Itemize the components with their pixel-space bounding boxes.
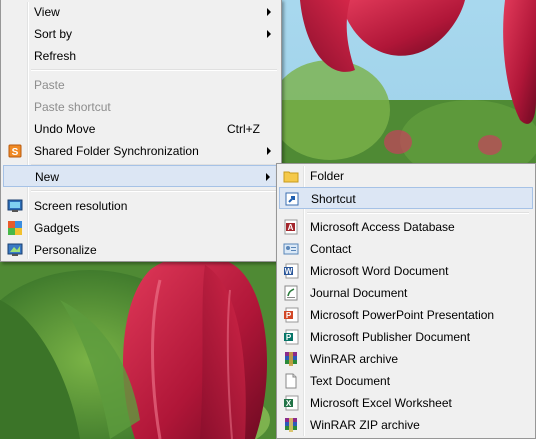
menu-item-label: Personalize <box>34 243 97 257</box>
menu-separator <box>307 212 529 214</box>
svg-text:P: P <box>286 333 292 342</box>
word-document-icon: W <box>284 263 299 279</box>
powerpoint-icon: P <box>284 307 299 323</box>
submenu-arrow-icon <box>266 173 270 181</box>
submenu-item-contact[interactable]: Contact <box>279 238 533 260</box>
menu-item-screen-resolution[interactable]: Screen resolution <box>3 195 279 217</box>
publisher-icon: P <box>284 329 299 345</box>
menu-item-label: Text Document <box>310 374 391 388</box>
submenu-item-journal-document[interactable]: Journal Document <box>279 282 533 304</box>
menu-item-refresh[interactable]: Refresh <box>3 45 279 67</box>
menu-item-label: Refresh <box>34 49 77 63</box>
menu-item-gadgets[interactable]: Gadgets <box>3 217 279 239</box>
menu-item-label: Contact <box>310 242 352 256</box>
menu-item-paste[interactable]: Paste <box>3 74 279 96</box>
winrar-zip-icon <box>285 418 297 432</box>
menu-separator <box>31 69 277 71</box>
folder-icon <box>283 171 299 183</box>
menu-item-label: Shared Folder Synchronization <box>34 144 199 158</box>
svg-text:S: S <box>12 147 19 158</box>
svg-text:P: P <box>286 311 292 320</box>
gadgets-icon <box>8 221 22 235</box>
menu-item-label: Folder <box>310 169 345 183</box>
submenu-item-winrar-archive[interactable]: WinRAR archive <box>279 348 533 370</box>
menu-item-shared-folder-sync[interactable]: S Shared Folder Synchronization <box>3 140 279 162</box>
menu-item-label: Gadgets <box>34 221 80 235</box>
shared-folder-sync-icon: S <box>8 144 22 158</box>
menu-item-label: WinRAR archive <box>310 352 399 366</box>
shortcut-icon <box>285 192 299 206</box>
submenu-arrow-icon <box>267 147 271 155</box>
svg-text:A: A <box>288 223 294 232</box>
menu-separator <box>31 190 277 192</box>
menu-item-label: Undo Move <box>34 122 96 136</box>
menu-item-personalize[interactable]: Personalize <box>3 239 279 261</box>
menu-item-undo-move[interactable]: Undo Move Ctrl+Z <box>3 118 279 140</box>
submenu-item-winrar-zip[interactable]: WinRAR ZIP archive <box>279 414 533 436</box>
menu-item-label: Microsoft Access Database <box>310 220 455 234</box>
menu-item-label: Paste shortcut <box>34 100 111 114</box>
text-document-icon <box>285 373 297 389</box>
menu-item-label: Microsoft Publisher Document <box>310 330 471 344</box>
excel-icon: X <box>284 395 299 411</box>
svg-text:X: X <box>286 399 292 408</box>
menu-item-label: Shortcut <box>311 192 356 206</box>
submenu-arrow-icon <box>267 30 271 38</box>
access-database-icon: A <box>284 219 298 235</box>
submenu-item-publisher[interactable]: P Microsoft Publisher Document <box>279 326 533 348</box>
menu-item-label: New <box>35 170 60 184</box>
menu-item-label: View <box>34 5 60 19</box>
menu-item-label: Paste <box>34 78 65 92</box>
personalize-icon <box>7 243 23 256</box>
menu-item-label: Microsoft Excel Worksheet <box>310 396 452 410</box>
submenu-item-access-database[interactable]: A Microsoft Access Database <box>279 216 533 238</box>
submenu-item-excel-worksheet[interactable]: X Microsoft Excel Worksheet <box>279 392 533 414</box>
menu-item-view[interactable]: View <box>3 1 279 23</box>
contact-icon <box>283 243 299 255</box>
submenu-item-folder[interactable]: Folder <box>279 165 533 187</box>
menu-item-label: Screen resolution <box>34 199 128 213</box>
menu-item-label: Sort by <box>34 27 73 41</box>
submenu-item-text-document[interactable]: Text Document <box>279 370 533 392</box>
menu-item-sort-by[interactable]: Sort by <box>3 23 279 45</box>
submenu-item-shortcut[interactable]: Shortcut <box>279 187 533 209</box>
submenu-item-powerpoint[interactable]: P Microsoft PowerPoint Presentation <box>279 304 533 326</box>
desktop-context-menu: View Sort by Refresh Paste Paste shortcu… <box>0 0 282 262</box>
menu-item-label: Journal Document <box>310 286 408 300</box>
winrar-archive-icon <box>285 352 297 366</box>
new-submenu: Folder Shortcut A Microsoft Access Datab… <box>276 163 536 439</box>
menu-item-label: Microsoft Word Document <box>310 264 449 278</box>
screen-resolution-icon <box>7 199 23 212</box>
menu-item-paste-shortcut[interactable]: Paste shortcut <box>3 96 279 118</box>
submenu-arrow-icon <box>267 8 271 16</box>
shortcut-hint: Ctrl+Z <box>227 122 260 136</box>
svg-text:W: W <box>285 267 293 276</box>
submenu-item-word-document[interactable]: W Microsoft Word Document <box>279 260 533 282</box>
journal-document-icon <box>284 285 298 301</box>
menu-item-new[interactable]: New <box>3 165 279 187</box>
menu-item-label: WinRAR ZIP archive <box>310 418 420 432</box>
menu-item-label: Microsoft PowerPoint Presentation <box>310 308 495 322</box>
